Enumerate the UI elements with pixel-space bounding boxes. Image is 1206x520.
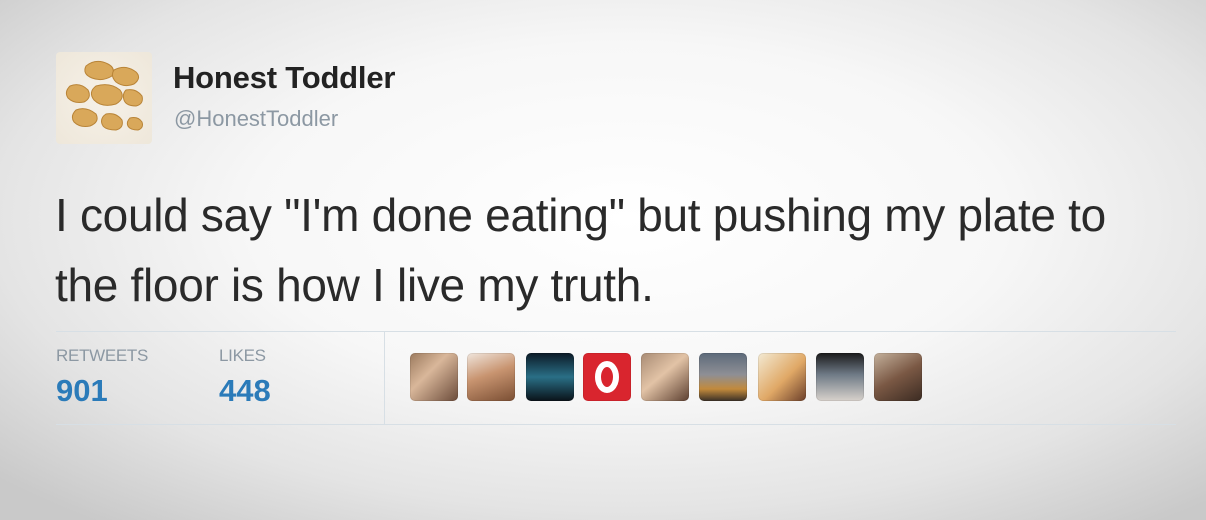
stats-bottom-divider bbox=[56, 424, 1176, 425]
liker-avatar-4[interactable] bbox=[583, 353, 631, 401]
animal-crackers-image bbox=[65, 60, 143, 131]
liker-avatar-7[interactable] bbox=[758, 353, 806, 401]
liker-avatar-2[interactable] bbox=[467, 353, 515, 401]
user-handle[interactable]: @HonestToddler bbox=[174, 106, 338, 132]
tweet-text: I could say "I'm done eating" but pushin… bbox=[55, 189, 1106, 311]
liker-avatar-9[interactable] bbox=[874, 353, 922, 401]
liker-avatar-3[interactable] bbox=[526, 353, 574, 401]
stats-top-divider bbox=[56, 331, 1176, 332]
likes-label: LIKES bbox=[219, 346, 266, 365]
profile-avatar[interactable] bbox=[56, 52, 152, 144]
likes-count[interactable]: 448 bbox=[219, 373, 271, 409]
retweets-count[interactable]: 901 bbox=[56, 373, 108, 409]
liker-avatar-1[interactable] bbox=[410, 353, 458, 401]
liker-avatar-6[interactable] bbox=[699, 353, 747, 401]
stats-vertical-divider bbox=[384, 331, 385, 424]
liker-avatar-8[interactable] bbox=[816, 353, 864, 401]
retweets-label: RETWEETS bbox=[56, 346, 149, 365]
liker-avatar-5[interactable] bbox=[641, 353, 689, 401]
opera-logo-icon bbox=[595, 361, 619, 393]
display-name[interactable]: Honest Toddler bbox=[173, 60, 395, 96]
